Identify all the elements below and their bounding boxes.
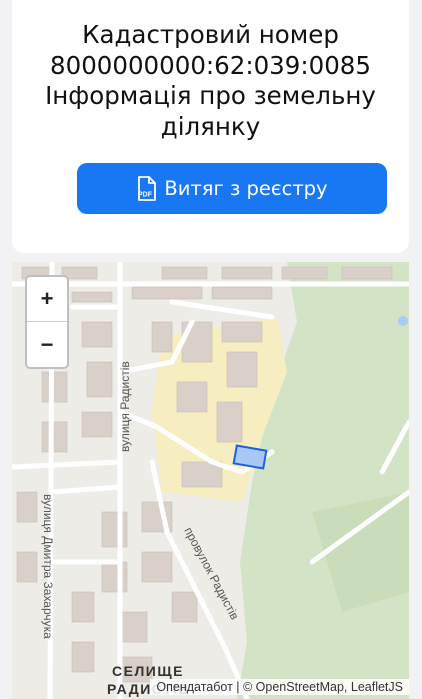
- title-subheading-line1: Інформація про земельну: [45, 81, 376, 110]
- registry-extract-label: Витяг з реєстру: [164, 177, 328, 200]
- title-subheading-line2: ділянку: [160, 111, 261, 141]
- pdf-icon-text: PDF: [138, 191, 153, 198]
- parcel-info-card: Кадастровий номер 8000000000:62:039:0085…: [12, 0, 409, 253]
- parcel-map[interactable]: вулиця Радистів вулиця Дмитра Захарчука …: [12, 262, 409, 699]
- page-title: Кадастровий номер 8000000000:62:039:0085…: [12, 20, 409, 142]
- zoom-in-button[interactable]: +: [27, 277, 67, 322]
- registry-extract-button[interactable]: PDF Витяг з реєстру: [77, 163, 387, 214]
- pdf-file-icon: PDF: [138, 175, 157, 201]
- water-marker: [398, 316, 408, 326]
- street-label-zakharchuka: вулиця Дмитра Захарчука: [41, 494, 55, 639]
- parcel-polygon[interactable]: [232, 444, 268, 470]
- zoom-out-button[interactable]: −: [27, 322, 67, 367]
- village-label-line1: СЕЛИЩЕ: [112, 663, 184, 679]
- title-heading: Кадастровий номер: [82, 20, 339, 49]
- map-attribution[interactable]: Опендатабот | © OpenStreetMap, LeafletJS: [150, 679, 409, 695]
- street-label-radystiv: вулиця Радистів: [118, 361, 132, 452]
- cadastral-number: 8000000000:62:039:0085: [50, 50, 371, 80]
- zoom-control: + −: [25, 275, 69, 369]
- map-tiles[interactable]: вулиця Радистів вулиця Дмитра Захарчука …: [12, 262, 409, 699]
